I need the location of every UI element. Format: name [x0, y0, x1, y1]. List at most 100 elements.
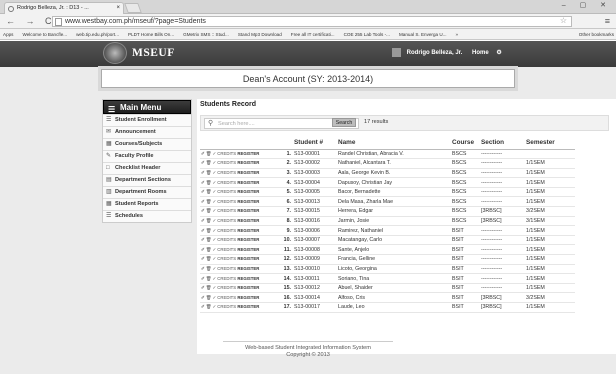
bookmark-item[interactable]: Stand Mp3 Download — [238, 32, 282, 37]
sidebar-item-department-rooms[interactable]: ▥ Department Rooms — [103, 186, 191, 198]
delete-icon[interactable]: 🗑 — [206, 151, 211, 156]
edit-icon[interactable]: ✐ — [201, 295, 205, 300]
gear-icon[interactable]: ⚙ — [496, 50, 501, 56]
credits-link[interactable]: CREDITS — [217, 266, 236, 271]
register-link[interactable]: REGISTER — [237, 276, 259, 281]
delete-icon[interactable]: 🗑 — [206, 208, 211, 213]
check-icon[interactable]: ✓ — [212, 170, 216, 175]
check-icon[interactable]: ✓ — [212, 266, 216, 271]
user-name[interactable]: Rodrigo Belleza, Jr. — [407, 50, 463, 56]
more-bookmarks-chevron[interactable]: » — [455, 32, 458, 37]
credits-link[interactable]: CREDITS — [217, 247, 236, 252]
credits-link[interactable]: CREDITS — [217, 237, 236, 242]
browser-menu-icon[interactable]: ≡ — [605, 16, 610, 26]
credits-link[interactable]: CREDITS — [217, 160, 236, 165]
bookmark-item[interactable]: Welcome to Bancfle... — [22, 32, 67, 37]
credits-link[interactable]: CREDITS — [217, 170, 236, 175]
edit-icon[interactable]: ✐ — [201, 228, 205, 233]
edit-icon[interactable]: ✐ — [201, 151, 205, 156]
edit-icon[interactable]: ✐ — [201, 160, 205, 165]
check-icon[interactable]: ✓ — [212, 237, 216, 242]
credits-link[interactable]: CREDITS — [217, 285, 236, 290]
check-icon[interactable]: ✓ — [212, 247, 216, 252]
edit-icon[interactable]: ✐ — [201, 170, 205, 175]
credits-link[interactable]: CREDITS — [217, 189, 236, 194]
register-link[interactable]: REGISTER — [237, 266, 259, 271]
delete-icon[interactable]: 🗑 — [206, 247, 211, 252]
delete-icon[interactable]: 🗑 — [206, 295, 211, 300]
bookmark-item[interactable]: COE 255 Lab Tools -... — [344, 32, 390, 37]
bookmark-star-icon[interactable]: ☆ — [560, 16, 567, 26]
credits-link[interactable]: CREDITS — [217, 208, 236, 213]
delete-icon[interactable]: 🗑 — [206, 180, 211, 185]
bookmark-item[interactable]: Free all IT certificati... — [291, 32, 335, 37]
edit-icon[interactable]: ✐ — [201, 304, 205, 309]
credits-link[interactable]: CREDITS — [217, 151, 236, 156]
check-icon[interactable]: ✓ — [212, 189, 216, 194]
edit-icon[interactable]: ✐ — [201, 276, 205, 281]
register-link[interactable]: REGISTER — [237, 180, 259, 185]
check-icon[interactable]: ✓ — [212, 199, 216, 204]
sidebar-item-faculty-profile[interactable]: ✎ Faculty Profile — [103, 150, 191, 162]
register-link[interactable]: REGISTER — [237, 160, 259, 165]
delete-icon[interactable]: 🗑 — [206, 189, 211, 194]
edit-icon[interactable]: ✐ — [201, 247, 205, 252]
register-link[interactable]: REGISTER — [237, 189, 259, 194]
delete-icon[interactable]: 🗑 — [206, 170, 211, 175]
edit-icon[interactable]: ✐ — [201, 237, 205, 242]
edit-icon[interactable]: ✐ — [201, 266, 205, 271]
bookmark-item[interactable]: web.tip.edu.ph/port... — [76, 32, 119, 37]
check-icon[interactable]: ✓ — [212, 285, 216, 290]
sidebar-item-courses-subjects[interactable]: ▦ Courses/Subjects — [103, 138, 191, 150]
register-link[interactable]: REGISTER — [237, 247, 259, 252]
credits-link[interactable]: CREDITS — [217, 256, 236, 261]
check-icon[interactable]: ✓ — [212, 304, 216, 309]
user-menu[interactable]: Rodrigo Belleza, Jr. Home ⚙ — [392, 48, 502, 59]
bookmark-item[interactable]: Manual S. Enverga U... — [399, 32, 447, 37]
delete-icon[interactable]: 🗑 — [206, 218, 211, 223]
register-link[interactable]: REGISTER — [237, 237, 259, 242]
credits-link[interactable]: CREDITS — [217, 295, 236, 300]
delete-icon[interactable]: 🗑 — [206, 276, 211, 281]
delete-icon[interactable]: 🗑 — [206, 237, 211, 242]
edit-icon[interactable]: ✐ — [201, 180, 205, 185]
edit-icon[interactable]: ✐ — [201, 285, 205, 290]
bookmark-item[interactable]: Other bookmarks — [579, 29, 614, 39]
register-link[interactable]: REGISTER — [237, 228, 259, 233]
delete-icon[interactable]: 🗑 — [206, 266, 211, 271]
sidebar-item-department-sections[interactable]: ▤ Department Sections — [103, 174, 191, 186]
check-icon[interactable]: ✓ — [212, 151, 216, 156]
check-icon[interactable]: ✓ — [212, 256, 216, 261]
edit-icon[interactable]: ✐ — [201, 199, 205, 204]
delete-icon[interactable]: 🗑 — [206, 160, 211, 165]
credits-link[interactable]: CREDITS — [217, 218, 236, 223]
delete-icon[interactable]: 🗑 — [206, 228, 211, 233]
apps-shortcut[interactable]: Apps — [3, 32, 13, 37]
register-link[interactable]: REGISTER — [237, 170, 259, 175]
credits-link[interactable]: CREDITS — [217, 199, 236, 204]
delete-icon[interactable]: 🗑 — [206, 199, 211, 204]
credits-link[interactable]: CREDITS — [217, 180, 236, 185]
delete-icon[interactable]: 🗑 — [206, 304, 211, 309]
nav-buttons[interactable]: ← → C — [6, 16, 56, 26]
edit-icon[interactable]: ✐ — [201, 208, 205, 213]
register-link[interactable]: REGISTER — [237, 256, 259, 261]
tab-close-icon[interactable]: × — [116, 3, 120, 14]
window-controls[interactable]: – ▢ ✕ — [562, 1, 612, 9]
check-icon[interactable]: ✓ — [212, 295, 216, 300]
sidebar-item-schedules[interactable]: ☰ Schedules — [103, 210, 191, 222]
register-link[interactable]: REGISTER — [237, 199, 259, 204]
register-link[interactable]: REGISTER — [237, 151, 259, 156]
delete-icon[interactable]: 🗑 — [206, 256, 211, 261]
check-icon[interactable]: ✓ — [212, 228, 216, 233]
home-link[interactable]: Home — [472, 50, 489, 56]
edit-icon[interactable]: ✐ — [201, 189, 205, 194]
sidebar-item-student-reports[interactable]: ▦ Student Reports — [103, 198, 191, 210]
browser-tab[interactable]: Rodrigo Belleza, Jr. : D13 - ... × — [4, 2, 124, 14]
check-icon[interactable]: ✓ — [212, 208, 216, 213]
check-icon[interactable]: ✓ — [212, 218, 216, 223]
sidebar-item-student-enrollment[interactable]: ☰ Student Enrollment — [103, 114, 191, 126]
delete-icon[interactable]: 🗑 — [206, 285, 211, 290]
edit-icon[interactable]: ✐ — [201, 256, 205, 261]
bookmark-item[interactable]: PLDT Home Bills On... — [128, 32, 174, 37]
